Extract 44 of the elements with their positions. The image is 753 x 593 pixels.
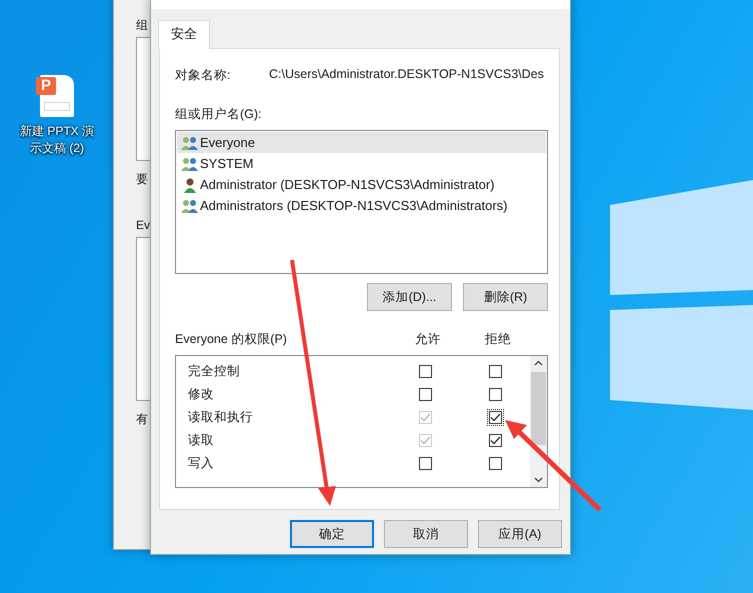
users-icon: [181, 198, 198, 214]
check-icon: [490, 413, 500, 422]
checkbox[interactable]: [416, 386, 434, 403]
permission-name: 读取和执行: [187, 409, 254, 426]
checkbox[interactable]: [486, 432, 504, 449]
dialog-button[interactable]: 取消: [384, 520, 468, 548]
partial-label: 组: [136, 17, 148, 34]
groups-label: 组或用户名(G):: [175, 106, 263, 123]
user-list-item[interactable]: Administrators (DESKTOP-N1SVCS3\Administrators): [177, 195, 546, 216]
checkbox[interactable]: [486, 363, 504, 380]
permission-name: 完全控制: [187, 363, 241, 380]
checkbox[interactable]: [486, 386, 504, 403]
list-button[interactable]: 添加(D)...: [367, 283, 452, 311]
file-name-label: 新建 PPTX 演示文稿 (2): [18, 123, 95, 157]
user-icon: [181, 176, 198, 192]
scrollbar[interactable]: [530, 356, 547, 487]
dialog-button[interactable]: 确定: [290, 520, 374, 548]
users-icon: [181, 156, 198, 172]
users-icon: [181, 134, 198, 150]
checkbox[interactable]: [416, 455, 434, 472]
checkbox[interactable]: [416, 363, 434, 380]
object-path-text: C:\Users\Administrator.DESKTOP-N1SVCS3\Des: [269, 67, 544, 83]
permission-name: 读取: [187, 432, 215, 449]
permissions-label: Everyone 的权限(P): [175, 331, 288, 348]
partial-label: 有: [136, 411, 148, 428]
checkbox[interactable]: [486, 455, 504, 472]
object-name-label: 对象名称:: [175, 67, 232, 84]
check-icon: [420, 436, 430, 445]
check-icon: [420, 413, 430, 422]
user-list-item[interactable]: Everyone: [177, 132, 546, 153]
permission-name: 写入: [187, 455, 215, 472]
security-tab[interactable]: 安全: [158, 20, 210, 49]
permission-name: 修改: [187, 386, 215, 403]
user-list-item[interactable]: SYSTEM: [177, 153, 546, 174]
scroll-thumb[interactable]: [531, 372, 546, 445]
partial-label: 要: [136, 171, 148, 188]
list-button[interactable]: 删除(R): [463, 283, 548, 311]
check-icon: [490, 436, 500, 445]
dialog-button[interactable]: 应用(A): [478, 520, 562, 548]
user-list-item[interactable]: Administrator (DESKTOP-N1SVCS3\Administrator): [177, 174, 546, 195]
column-header: 允许: [414, 331, 442, 348]
partial-label: Ev: [136, 218, 150, 232]
column-header: 拒绝: [484, 331, 512, 348]
checkbox[interactable]: [486, 409, 504, 426]
